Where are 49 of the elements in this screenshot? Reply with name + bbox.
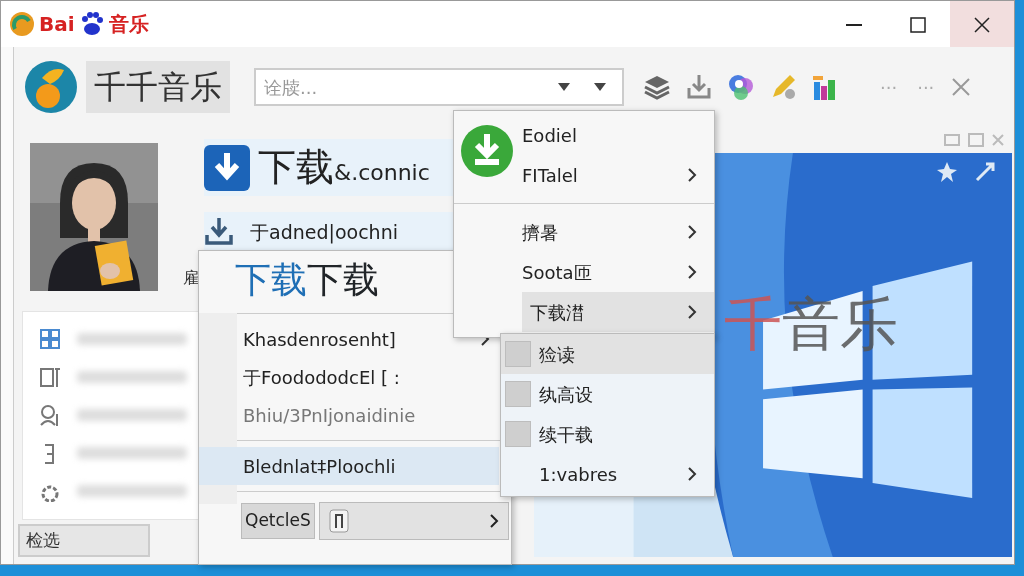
- logo-icon: [9, 11, 35, 37]
- download-icon: [204, 218, 234, 246]
- menu-item[interactable]: 猃读: [501, 334, 714, 374]
- menu-item[interactable]: 于FoodododcEl [ :: [199, 358, 499, 396]
- maximize-icon[interactable]: [968, 133, 984, 147]
- header-title-suffix: &.connic: [334, 159, 430, 187]
- menu-item[interactable]: 下载澘: [522, 292, 714, 332]
- document-icon[interactable]: [39, 366, 61, 388]
- chevron-icon: [686, 467, 698, 481]
- checkbox[interactable]: [505, 341, 531, 367]
- checkbox[interactable]: [505, 421, 531, 447]
- bracket-icon: [327, 508, 350, 534]
- minimize-icon: [846, 23, 862, 26]
- menu-item[interactable]: 续干载: [501, 414, 714, 454]
- app-name: 千千音乐: [86, 61, 230, 113]
- palette-icon: [726, 72, 756, 102]
- label-text: 雇: [183, 267, 199, 287]
- header-title: 下载: [258, 144, 334, 191]
- menu-item[interactable]: 1:vabres: [501, 454, 714, 494]
- brand-text: Bai: [39, 11, 75, 38]
- menu-item[interactable]: Blednlat‡Ploochli: [199, 447, 499, 485]
- subtitle-text: 于adned|oochni: [250, 219, 398, 246]
- caret-icon: [594, 83, 606, 91]
- caret-icon: [558, 83, 570, 91]
- grid-icon[interactable]: [39, 328, 61, 350]
- menu-button[interactable]: QetcleS: [241, 503, 315, 539]
- menu-item[interactable]: 纨高设: [501, 374, 714, 414]
- close-icon: [974, 16, 990, 33]
- menu-item[interactable]: Soota匝: [522, 252, 714, 292]
- app-logo-icon: [24, 60, 78, 114]
- people-icon[interactable]: [39, 404, 61, 426]
- download-icon: [460, 124, 514, 178]
- pin-icon[interactable]: [936, 161, 958, 183]
- menu-item[interactable]: 擠暑: [522, 212, 714, 252]
- combo-box[interactable]: [318, 502, 509, 540]
- checkbox[interactable]: [505, 381, 531, 407]
- maximize-icon: [910, 16, 926, 33]
- menu-item[interactable]: Eodiel: [522, 115, 714, 155]
- menu-title: 下载下载: [235, 259, 379, 300]
- restore-icon[interactable]: [944, 134, 960, 146]
- close-button[interactable]: [950, 1, 1014, 47]
- menu-item[interactable]: FITalel: [522, 155, 714, 195]
- brand-text: 音乐: [108, 11, 149, 38]
- chevron-icon: [488, 514, 500, 528]
- expand-icon[interactable]: [974, 161, 996, 183]
- close-icon[interactable]: [992, 134, 1004, 146]
- close-icon[interactable]: [952, 78, 971, 96]
- download-icon: [204, 144, 250, 191]
- filter-field[interactable]: 检选: [18, 524, 150, 557]
